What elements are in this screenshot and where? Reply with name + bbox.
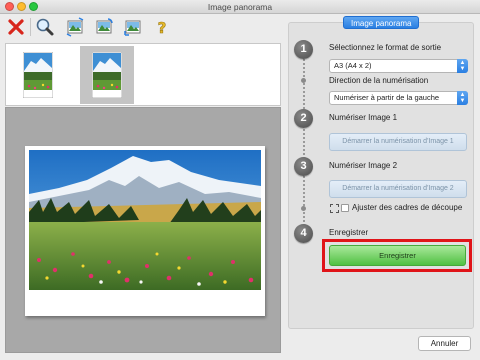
cancel-button[interactable]: Annuler [418, 336, 471, 351]
scan-image-1-button[interactable]: Démarrer la numérisation d'Image 1 [329, 133, 467, 151]
thumbnail-strip [5, 43, 281, 106]
step-4-badge: 4 [294, 224, 313, 243]
scan-direction-value: Numériser à partir de la gauche [334, 93, 440, 102]
panorama-window: Image panorama ? Image panorama 1 Sélect… [0, 0, 480, 360]
steps-panel: Image panorama 1 Sélectionnez le format … [288, 16, 474, 329]
step-dot-crop [301, 206, 306, 211]
step-4-label: Enregistrer [329, 228, 369, 237]
panel-header: Image panorama [343, 16, 420, 29]
image-fit-button[interactable] [123, 17, 143, 37]
thumbnail-image-1[interactable] [11, 46, 65, 104]
title-bar: Image panorama [0, 0, 480, 14]
svg-text:?: ? [158, 19, 167, 37]
step-1-label: Sélectionnez le format de sortie [329, 43, 442, 52]
output-format-select[interactable]: A3 (A4 x 2) ▲ ▼ [329, 59, 468, 73]
landscape-thumbnail-1 [23, 52, 53, 98]
output-format-value: A3 (A4 x 2) [334, 61, 372, 70]
save-button[interactable]: Enregistrer [329, 245, 466, 266]
adjust-crop-checkbox[interactable] [341, 204, 349, 212]
delete-button[interactable] [6, 17, 26, 37]
image-rotate-icon [96, 18, 113, 34]
scan-image-2-button[interactable]: Démarrer la numérisation d'Image 2 [329, 180, 467, 198]
adjust-crop-label: Ajuster des cadres de découpe [352, 203, 463, 212]
image-rotate-button[interactable] [94, 17, 114, 37]
scan-direction-label: Direction de la numérisation [329, 76, 429, 85]
zoom-magnifier-icon [36, 18, 54, 36]
landscape-thumbnail-2 [92, 52, 122, 98]
scan-direction-select[interactable]: Numériser à partir de la gauche ▲ ▼ [329, 91, 468, 105]
help-button[interactable]: ? [152, 17, 172, 38]
image-fit-icon [124, 20, 141, 36]
delete-x-icon [8, 19, 24, 35]
help-question-icon: ? [157, 19, 167, 38]
crop-frame-icon [330, 204, 339, 213]
thumbnail-image-2[interactable] [80, 46, 134, 104]
panorama-preview-image [29, 150, 261, 290]
image-swap-button[interactable] [65, 17, 85, 37]
preview-page [25, 146, 265, 316]
select-arrows-icon: ▲ ▼ [457, 59, 468, 73]
step-2-label: Numériser Image 1 [329, 113, 398, 122]
preview-area [5, 107, 281, 353]
step-dot-direction [301, 78, 306, 83]
zoom-button[interactable] [35, 17, 55, 37]
window-title: Image panorama [207, 2, 273, 12]
step-3-badge: 3 [294, 157, 313, 176]
select-arrows-icon: ▲ ▼ [457, 91, 468, 105]
step-3-label: Numériser Image 2 [329, 161, 398, 170]
image-swap-icon [66, 17, 84, 37]
step-1-badge: 1 [294, 40, 313, 59]
step-2-badge: 2 [294, 109, 313, 128]
toolbar-separator [30, 18, 31, 36]
